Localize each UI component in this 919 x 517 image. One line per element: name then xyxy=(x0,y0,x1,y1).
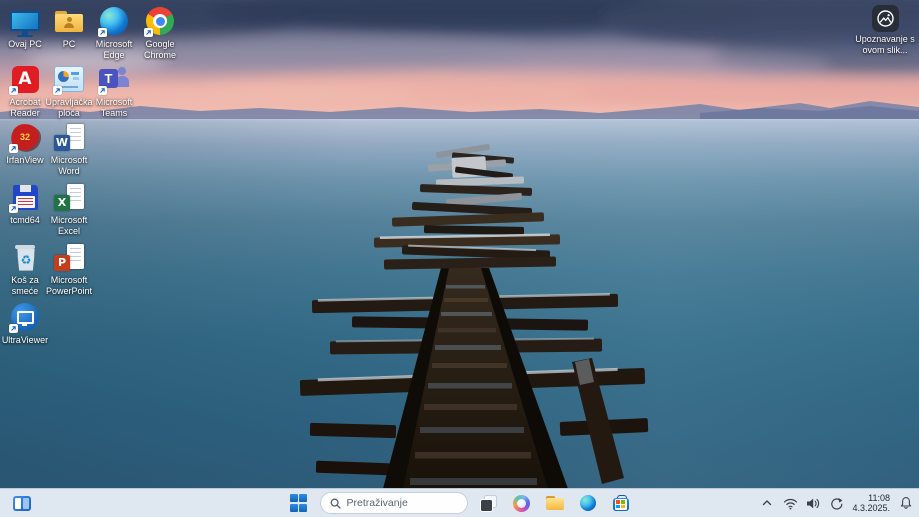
icon-label: PC xyxy=(62,39,76,49)
desktop-icon-microsoft-excel[interactable]: X Microsoft Excel xyxy=(45,181,93,236)
shortcut-arrow-icon xyxy=(9,144,18,153)
desktop-icon-upravljacka-ploca[interactable]: Upravljačka ploča xyxy=(45,63,93,118)
bell-icon xyxy=(900,497,912,509)
tray-sync-button[interactable] xyxy=(827,492,845,514)
edge-icon xyxy=(98,5,130,37)
tray-volume-button[interactable] xyxy=(804,492,822,514)
this-pc-icon xyxy=(9,5,41,37)
task-view-icon xyxy=(480,494,497,512)
microsoft-store-button[interactable] xyxy=(609,491,633,515)
taskbar-search-input[interactable]: Pretraživanje xyxy=(319,492,468,514)
start-button[interactable] xyxy=(287,491,311,515)
icon-label: Microsoft Edge xyxy=(95,39,133,60)
shortcut-arrow-icon xyxy=(9,204,18,213)
taskbar: Pretraživanje 11:08 4.3.2025. xyxy=(0,488,919,517)
recycle-bin-icon: ♻ xyxy=(9,241,41,273)
microsoft-store-icon xyxy=(612,494,629,512)
icon-label: Google Chrome xyxy=(143,39,176,60)
icon-label: Upravljačka ploča xyxy=(45,97,93,118)
user-folder-icon xyxy=(53,5,85,37)
powerpoint-icon: P xyxy=(53,241,85,273)
copilot-icon xyxy=(513,494,530,512)
copilot-button[interactable] xyxy=(510,491,534,515)
tray-clock[interactable]: 11:08 4.3.2025. xyxy=(850,493,892,513)
search-icon xyxy=(330,498,341,509)
shortcut-arrow-icon xyxy=(98,86,107,95)
icon-label: Microsoft Excel xyxy=(50,215,88,236)
chevron-up-icon xyxy=(763,500,772,506)
irfanview-icon: 32 xyxy=(9,121,41,153)
desktop-icon-pc[interactable]: PC xyxy=(45,5,93,50)
shortcut-arrow-icon xyxy=(53,86,62,95)
desktop-icon-google-chrome[interactable]: Google Chrome xyxy=(136,5,184,60)
tray-chevron-up-button[interactable] xyxy=(758,492,776,514)
shortcut-arrow-icon xyxy=(144,28,153,37)
wifi-icon xyxy=(783,498,798,509)
edge-taskbar-button[interactable] xyxy=(576,491,600,515)
total-commander-icon xyxy=(9,181,41,213)
desktop-icon-ultraviewer[interactable]: UltraViewer xyxy=(1,301,49,346)
clock-date: 4.3.2025. xyxy=(852,503,890,513)
notification-center-button[interactable] xyxy=(897,492,915,514)
icon-label: Microsoft Word xyxy=(50,155,88,176)
word-icon: W xyxy=(53,121,85,153)
tray-wifi-button[interactable] xyxy=(781,492,799,514)
desktop-icon-microsoft-word[interactable]: W Microsoft Word xyxy=(45,121,93,176)
desktop-icon-microsoft-teams[interactable]: T Microsoft Teams xyxy=(90,63,138,118)
desktop-icon-recycle-bin[interactable]: ♻ Koš za smeće xyxy=(1,241,49,296)
desktop-icon-acrobat-reader[interactable]: A Acrobat Reader xyxy=(1,63,49,118)
sync-icon xyxy=(831,497,843,510)
icon-label: Acrobat Reader xyxy=(9,97,41,118)
icon-label: Microsoft PowerPoint xyxy=(45,275,93,296)
spotlight-learn-about-picture[interactable]: Upoznavanje s ovom slik... xyxy=(854,5,916,55)
icon-label: tcmd64 xyxy=(10,215,40,225)
desktop-icon-ovaj-pc[interactable]: Ovaj PC xyxy=(1,5,49,50)
search-placeholder: Pretraživanje xyxy=(346,497,408,509)
desktop-icon-tcmd64[interactable]: tcmd64 xyxy=(1,181,49,226)
desktop-icon-grid: Ovaj PC PC Microsoft Edge Google Chrome … xyxy=(0,0,260,400)
spotlight-image-icon xyxy=(871,5,899,32)
teams-icon: T xyxy=(98,63,130,95)
task-view-button[interactable] xyxy=(477,491,501,515)
icon-label: Ovaj PC xyxy=(8,39,42,49)
desktop-icon-irfanview[interactable]: 32 IrfanView xyxy=(1,121,49,166)
excel-icon: X xyxy=(53,181,85,213)
icon-label: IrfanView xyxy=(6,155,44,165)
desktop-icon-microsoft-powerpoint[interactable]: P Microsoft PowerPoint xyxy=(45,241,93,296)
chrome-icon xyxy=(144,5,176,37)
acrobat-icon: A xyxy=(9,63,41,95)
edge-icon xyxy=(579,495,596,511)
windows-start-icon xyxy=(289,494,308,512)
desktop-icon-microsoft-edge[interactable]: Microsoft Edge xyxy=(90,5,138,60)
file-explorer-button[interactable] xyxy=(543,491,567,515)
shortcut-arrow-icon xyxy=(9,86,18,95)
spotlight-label: Upoznavanje s ovom slik... xyxy=(855,34,915,55)
icon-label: Koš za smeće xyxy=(11,275,39,296)
ultraviewer-icon xyxy=(9,301,41,333)
control-panel-icon xyxy=(53,63,85,95)
icon-label: UltraViewer xyxy=(1,335,49,345)
clock-time: 11:08 xyxy=(868,493,890,503)
volume-icon xyxy=(806,498,820,508)
shortcut-arrow-icon xyxy=(9,324,18,333)
file-explorer-icon xyxy=(545,496,564,510)
icon-label: Microsoft Teams xyxy=(95,97,133,118)
shortcut-arrow-icon xyxy=(98,28,107,37)
